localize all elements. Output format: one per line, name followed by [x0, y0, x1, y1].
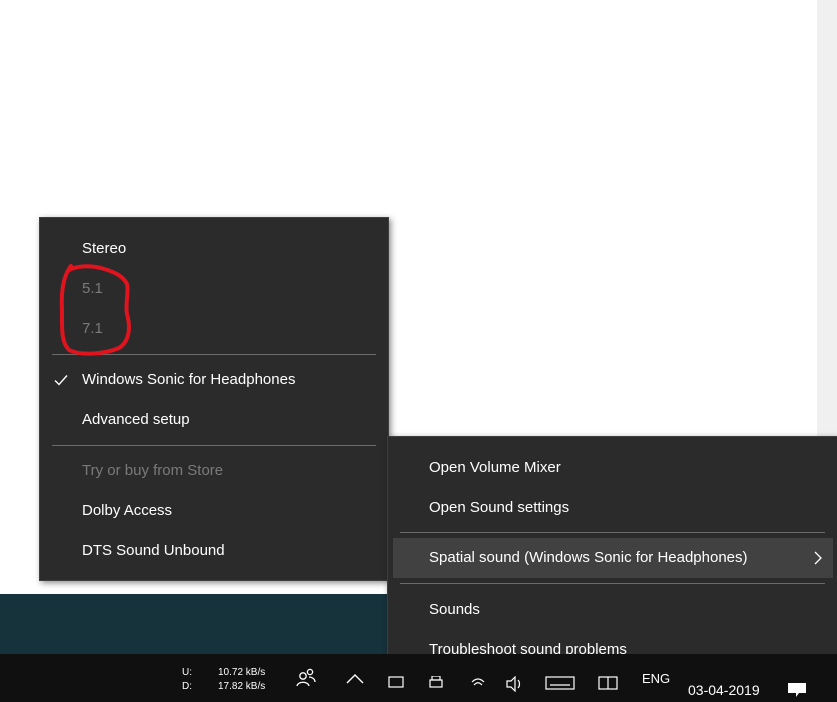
chevron-right-icon	[814, 551, 822, 565]
action-center-icon[interactable]	[787, 682, 807, 698]
people-icon[interactable]	[294, 666, 318, 690]
menu-item-label: Open Volume Mixer	[429, 459, 561, 476]
menu-item-label: DTS Sound Unbound	[82, 542, 225, 559]
menu-item-advanced-setup[interactable]: Advanced setup	[40, 400, 388, 440]
windows-ink-icon[interactable]	[598, 676, 618, 692]
taskbar: U: D: 10.72 kB/s 17.82 kB/s ENG 03-04-20…	[0, 654, 837, 702]
net-upload-value: 10.72 kB/s	[218, 667, 266, 678]
wifi-icon[interactable]	[470, 676, 486, 692]
menu-separator	[52, 445, 376, 446]
menu-item-stereo[interactable]: Stereo	[40, 229, 388, 269]
menu-item-label: Try or buy from Store	[82, 462, 224, 479]
menu-item-spatial-sound[interactable]: Spatial sound (Windows Sonic for Headpho…	[393, 538, 833, 578]
speaker-icon[interactable]	[505, 676, 523, 692]
menu-separator	[52, 354, 376, 355]
menu-item-open-sound-settings[interactable]: Open Sound settings	[388, 488, 837, 528]
menu-item-label: Stereo	[82, 240, 127, 257]
checkmark-icon	[54, 375, 68, 386]
sound-context-menu: Open Volume Mixer Open Sound settings Sp…	[387, 436, 837, 681]
menu-item-dolby-access[interactable]: Dolby Access	[40, 491, 388, 531]
menu-item-label: Spatial sound (Windows Sonic for Headpho…	[429, 549, 748, 566]
net-download-value: 17.82 kB/s	[218, 681, 266, 692]
menu-item-dts-sound[interactable]: DTS Sound Unbound	[40, 531, 388, 571]
menu-separator	[400, 583, 825, 584]
spatial-sound-submenu: Stereo 5.1 7.1 Windows Sonic for Headpho…	[39, 217, 389, 581]
menu-item-label: 7.1	[82, 320, 103, 337]
printer-icon[interactable]	[428, 676, 444, 692]
language-indicator[interactable]: ENG	[642, 672, 670, 685]
keyboard-icon[interactable]	[545, 676, 575, 692]
menu-item-label: 5.1	[82, 280, 103, 297]
menu-item-label: Open Sound settings	[429, 499, 570, 516]
net-download-label: D:	[182, 681, 192, 692]
menu-item-label: Dolby Access	[82, 502, 173, 519]
tray-app-icon[interactable]	[388, 676, 404, 692]
menu-item-5-1: 5.1	[40, 269, 388, 309]
clock-date[interactable]: 03-04-2019	[688, 682, 760, 698]
menu-item-sounds[interactable]: Sounds	[388, 590, 837, 630]
menu-item-label: Windows Sonic for Headphones	[82, 371, 296, 388]
menu-item-label: Sounds	[429, 601, 480, 618]
menu-item-windows-sonic[interactable]: Windows Sonic for Headphones	[40, 360, 388, 400]
menu-item-7-1: 7.1	[40, 309, 388, 349]
net-upload-label: U:	[182, 667, 192, 678]
menu-item-store: Try or buy from Store	[40, 451, 388, 491]
menu-item-label: Advanced setup	[82, 411, 190, 428]
menu-item-open-volume-mixer[interactable]: Open Volume Mixer	[388, 448, 837, 488]
chevron-up-icon[interactable]	[345, 673, 365, 685]
menu-separator	[400, 532, 825, 533]
